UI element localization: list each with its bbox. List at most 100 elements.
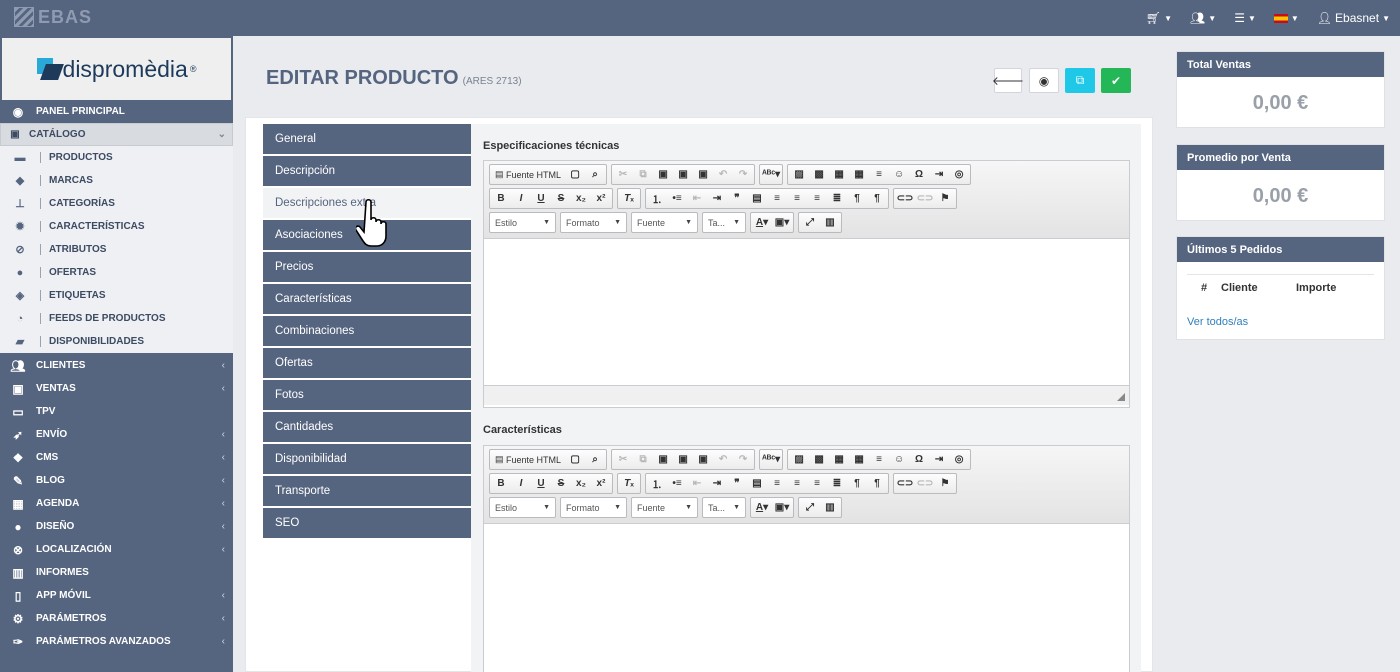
table-button[interactable]: ▦ [849, 165, 869, 184]
sidebar-item-ventas[interactable]: ▣ VENTAS ‹ [0, 377, 233, 400]
ver-todos-link[interactable]: Ver todos/as [1187, 316, 1384, 328]
sidebar-item-app-movil[interactable]: ▯ APP MÓVIL ‹ [0, 584, 233, 607]
save-button[interactable]: ✔ [1101, 68, 1131, 93]
sidebar-item-parametros-avanzados[interactable]: ✑ PARÁMETROS AVANZADOS ‹ [0, 630, 233, 653]
outdent-button[interactable]: ⇤ [687, 474, 707, 493]
sidebar-subitem-disponibilidades[interactable]: ▰ DISPONIBILIDADES [0, 330, 233, 353]
undo-button[interactable]: ↶ [713, 165, 733, 184]
sidebar-item-parametros[interactable]: ⚙︎ PARÁMETROS ‹ [0, 607, 233, 630]
paste-word-button[interactable]: ▣ [693, 165, 713, 184]
special-char-button[interactable]: Ω [909, 450, 929, 469]
bg-color-button[interactable]: ▣▾ [772, 213, 792, 232]
unlink-button[interactable]: ⊂⊃ [915, 474, 935, 493]
duplicate-button[interactable]: ⧉ [1065, 68, 1095, 93]
brand-logo[interactable]: dispromèdia ® [2, 38, 231, 100]
ebas-logo[interactable]: EBAS [14, 5, 92, 29]
sidebar-item-envio[interactable]: ➶ ENVÍO ‹ [0, 423, 233, 446]
image-button[interactable]: ▨ [789, 450, 809, 469]
show-blocks-button[interactable]: ▥ [820, 213, 840, 232]
outdent-button[interactable]: ⇤ [687, 189, 707, 208]
sidebar-subitem-atributos[interactable]: ⊘ ATRIBUTOS [0, 238, 233, 261]
image-button[interactable]: ▨ [789, 165, 809, 184]
preview-doc-button[interactable]: ⌕ [585, 450, 605, 469]
show-blocks-button[interactable]: ▥ [820, 498, 840, 517]
bg-color-button[interactable]: ▣▾ [772, 498, 792, 517]
align-left-button[interactable]: ≡ [767, 189, 787, 208]
cart-menu[interactable]: 🛒︎ ▼ [1146, 11, 1172, 25]
format-combo[interactable]: Formato ▼ [560, 497, 627, 518]
special-char-button[interactable]: Ω [909, 165, 929, 184]
redo-button[interactable]: ↷ [733, 450, 753, 469]
back-button[interactable]: 🡐 [992, 68, 1024, 93]
indent-button[interactable]: ⇥ [707, 189, 727, 208]
spellcheck-button[interactable]: ᴬᴮᶜ▾ [761, 165, 781, 184]
iframe-button[interactable]: ◎ [949, 450, 969, 469]
blockquote-button[interactable]: ❞ [727, 189, 747, 208]
tab-combinaciones[interactable]: Combinaciones [263, 316, 471, 346]
sidebar-item-informes[interactable]: ▥ INFORMES [0, 561, 233, 584]
sidebar-subitem-marcas[interactable]: ◆ MARCAS [0, 169, 233, 192]
sidebar-item-clientes[interactable]: 👥︎ CLIENTES ‹ [0, 354, 233, 377]
tab-descripcion[interactable]: Descripción [263, 156, 471, 186]
pagebreak-button[interactable]: ⇥ [929, 450, 949, 469]
flash-button[interactable]: ▩ [809, 450, 829, 469]
user-menu[interactable]: 👤︎ Ebasnet ▼ [1317, 11, 1390, 25]
sidebar-item-blog[interactable]: ✎ BLOG ‹ [0, 469, 233, 492]
maximize-button[interactable]: ⤢ [800, 213, 820, 232]
list-menu[interactable]: ☰ ▼ [1234, 11, 1256, 25]
remove-format-button[interactable]: Tₓ [619, 474, 639, 493]
justify-button[interactable]: ≣ [827, 189, 847, 208]
tab-ofertas[interactable]: Ofertas [263, 348, 471, 378]
style-combo[interactable]: Estilo ▼ [489, 212, 556, 233]
remove-format-button[interactable]: Tₓ [619, 189, 639, 208]
format-combo[interactable]: Formato ▼ [560, 212, 627, 233]
underline-button[interactable]: U [531, 189, 551, 208]
align-center-button[interactable]: ≡ [787, 189, 807, 208]
size-combo[interactable]: Ta... ▼ [702, 212, 746, 233]
strike-button[interactable]: S [551, 474, 571, 493]
new-page-button[interactable]: ▢ [565, 165, 585, 184]
superscript-button[interactable]: x² [591, 189, 611, 208]
sidebar-item-agenda[interactable]: ▦ AGENDA ‹ [0, 492, 233, 515]
indent-button[interactable]: ⇥ [707, 474, 727, 493]
sidebar-subitem-etiquetas[interactable]: ◈ ETIQUETAS [0, 284, 233, 307]
sidebar-subitem-ofertas[interactable]: ● OFERTAS [0, 261, 233, 284]
paste-text-button[interactable]: ▣ [673, 165, 693, 184]
align-right-button[interactable]: ≡ [807, 474, 827, 493]
bold-button[interactable]: B [491, 474, 511, 493]
div-button[interactable]: ▤ [747, 474, 767, 493]
sidebar-subitem-feeds[interactable]: ◔ FEEDS DE PRODUCTOS [0, 307, 233, 330]
div-button[interactable]: ▤ [747, 189, 767, 208]
underline-button[interactable]: U [531, 474, 551, 493]
sidebar-item-tpv[interactable]: ▭ TPV [0, 400, 233, 423]
maximize-button[interactable]: ⤢ [800, 498, 820, 517]
subscript-button[interactable]: x₂ [571, 474, 591, 493]
size-combo[interactable]: Ta... ▼ [702, 497, 746, 518]
preview-doc-button[interactable]: ⌕ [585, 165, 605, 184]
media-button[interactable]: ▦ [829, 165, 849, 184]
tab-transporte[interactable]: Transporte [263, 476, 471, 506]
link-button[interactable]: ⊂⊃ [895, 189, 915, 208]
sidebar-item-catalogo[interactable]: ▣ CATÁLOGO ⌄ [0, 123, 233, 146]
tab-caracteristicas[interactable]: Características [263, 284, 471, 314]
paste-word-button[interactable]: ▣ [693, 450, 713, 469]
cut-button[interactable]: ✂ [613, 450, 633, 469]
copy-button[interactable]: ⧉ [633, 165, 653, 184]
paste-button[interactable]: ▣ [653, 165, 673, 184]
justify-button[interactable]: ≣ [827, 474, 847, 493]
sidebar-subitem-productos[interactable]: ▬ PRODUCTOS [0, 146, 233, 169]
undo-button[interactable]: ↶ [713, 450, 733, 469]
users-menu[interactable]: 👥︎ ▼ [1190, 11, 1216, 25]
anchor-button[interactable]: ⚑ [935, 474, 955, 493]
editor-resize-handle[interactable] [484, 385, 1129, 405]
pagebreak-button[interactable]: ⇥ [929, 165, 949, 184]
sidebar-item-panel-principal[interactable]: ◉ PANEL PRINCIPAL [0, 100, 233, 123]
font-combo[interactable]: Fuente ▼ [631, 497, 698, 518]
sidebar-item-localizacion[interactable]: ⊗ LOCALIZACIÓN ‹ [0, 538, 233, 561]
editor-content-area[interactable] [484, 239, 1129, 385]
superscript-button[interactable]: x² [591, 474, 611, 493]
tab-seo[interactable]: SEO [263, 508, 471, 538]
text-color-button[interactable]: A ▾ [752, 498, 772, 517]
link-button[interactable]: ⊂⊃ [895, 474, 915, 493]
hr-button[interactable]: ≡ [869, 165, 889, 184]
